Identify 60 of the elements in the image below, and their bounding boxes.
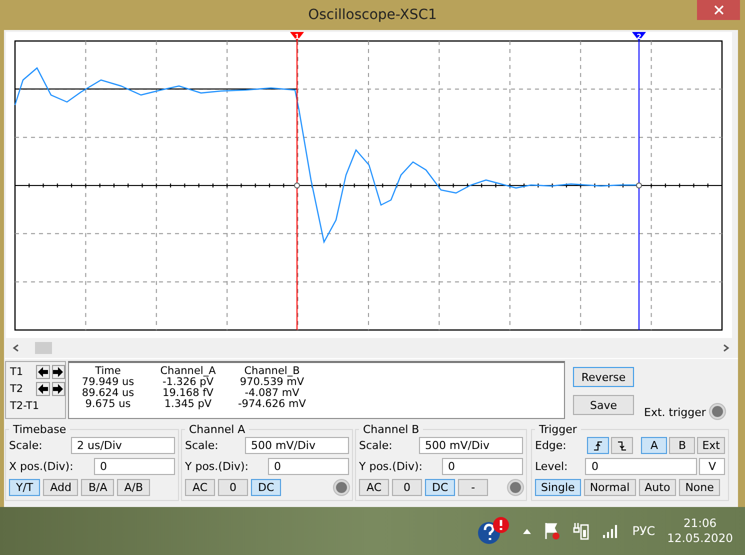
table-cell-text: 19.168 fV bbox=[162, 388, 214, 399]
trigger-mode-button[interactable]: None bbox=[679, 479, 720, 496]
column-header: Channel_B bbox=[243, 366, 301, 377]
field-label: Y pos.(Div): bbox=[185, 460, 248, 473]
table-cell-text: 89.624 us bbox=[80, 388, 136, 399]
clock-time[interactable]: 21:06 bbox=[683, 516, 717, 531]
mode-button[interactable]: A/B bbox=[117, 479, 150, 496]
source-button[interactable]: A bbox=[641, 437, 668, 454]
source-button[interactable]: Ext bbox=[697, 437, 725, 454]
table-cell-text: -1.326 pV bbox=[162, 377, 214, 388]
coupling-button[interactable]: DC bbox=[425, 479, 456, 496]
table-cell-text: 1.345 pV bbox=[163, 399, 213, 410]
field-label: Scale: bbox=[359, 439, 392, 452]
field-label: Scale: bbox=[185, 439, 218, 452]
scale-field[interactable]: 2 us/Div bbox=[71, 437, 175, 454]
action-button[interactable]: Reverse bbox=[573, 367, 634, 387]
position-field[interactable]: 0 bbox=[94, 458, 175, 475]
group-title: Trigger bbox=[538, 423, 578, 436]
coupling-button[interactable]: AC bbox=[185, 479, 215, 496]
cursor-label: T2 bbox=[10, 383, 24, 395]
coupling-button[interactable]: 0 bbox=[392, 479, 422, 496]
source-button[interactable]: B bbox=[669, 437, 696, 454]
level-field[interactable]: 0 bbox=[585, 458, 698, 475]
table-cell-text: 9.675 us bbox=[84, 399, 132, 410]
mode-button[interactable]: Add bbox=[43, 479, 78, 496]
unit-field[interactable]: V bbox=[699, 458, 725, 475]
scale-field[interactable]: 500 mV/Div bbox=[245, 437, 349, 454]
column-header: Channel_A bbox=[159, 366, 217, 377]
clock-date[interactable]: 12.05.2020 bbox=[667, 531, 733, 546]
trigger-mode-button[interactable]: Single bbox=[535, 479, 581, 496]
table-cell-text: 970.539 mV bbox=[238, 377, 306, 388]
mode-button[interactable]: B/A bbox=[81, 479, 114, 496]
group-title: Channel B bbox=[362, 423, 420, 436]
coupling-button[interactable]: 0 bbox=[218, 479, 248, 496]
position-field[interactable]: 0 bbox=[442, 458, 523, 475]
field-label: Level: bbox=[535, 460, 568, 473]
table-cell-text: -4.087 mV bbox=[244, 388, 300, 399]
group-title: Timebase bbox=[12, 423, 68, 436]
language-indicator[interactable]: РУС bbox=[632, 524, 656, 538]
coupling-button[interactable]: AC bbox=[359, 479, 389, 496]
group-title: Channel A bbox=[188, 423, 246, 436]
action-button[interactable]: Save bbox=[573, 395, 634, 415]
cursor-label: T2-T1 bbox=[10, 400, 40, 412]
window-title: Oscilloscope-XSC1 bbox=[308, 7, 437, 23]
mode-button[interactable]: Y/T bbox=[9, 479, 40, 496]
table-cell-text: 79.949 us bbox=[80, 377, 136, 388]
cursor-label: T1 bbox=[10, 366, 24, 378]
field-label: Y pos.(Div): bbox=[359, 460, 422, 473]
field-label: X pos.(Div): bbox=[9, 460, 74, 473]
field-label: Scale: bbox=[9, 439, 42, 452]
position-field[interactable]: 0 bbox=[268, 458, 349, 475]
coupling-button[interactable]: DC bbox=[251, 479, 282, 496]
coupling-button[interactable]: - bbox=[458, 479, 488, 496]
table-cell-text: -974.626 mV bbox=[237, 399, 307, 410]
column-header: Time bbox=[94, 366, 122, 377]
scale-field[interactable]: 500 mV/Div bbox=[419, 437, 523, 454]
field-label: Edge: bbox=[535, 439, 566, 452]
ext-trigger-label: Ext. trigger bbox=[644, 406, 706, 419]
trigger-mode-button[interactable]: Normal bbox=[584, 479, 636, 496]
trigger-mode-button[interactable]: Auto bbox=[638, 479, 676, 496]
